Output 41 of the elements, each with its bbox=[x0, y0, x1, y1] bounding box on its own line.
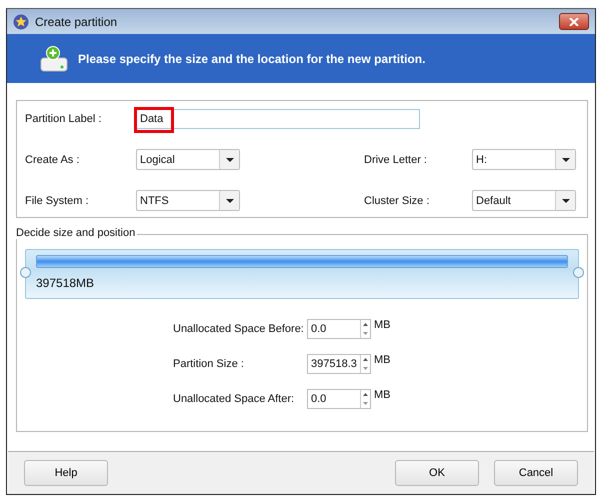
partition-size-text: 397518MB bbox=[36, 276, 96, 290]
right-handle[interactable] bbox=[573, 267, 584, 278]
option-dropdown[interactable]: Logical bbox=[136, 149, 240, 170]
spin-arrows-icon[interactable] bbox=[360, 320, 370, 338]
dropdown-button[interactable] bbox=[219, 150, 239, 169]
add-drive-icon bbox=[40, 46, 68, 72]
dropdown-button[interactable] bbox=[555, 191, 575, 210]
partition-label-label: Partition Label : bbox=[25, 113, 102, 125]
unit-label: MB bbox=[374, 389, 390, 401]
unit-label: MB bbox=[374, 354, 390, 366]
caret-icon bbox=[226, 198, 234, 202]
group-title: Decide size and position bbox=[16, 227, 138, 239]
option-dropdown[interactable]: Default bbox=[472, 190, 576, 211]
close-button[interactable] bbox=[559, 13, 589, 30]
window-title: Create partition bbox=[35, 14, 118, 28]
number-field[interactable]: 0.0 bbox=[307, 319, 371, 339]
option-dropdown[interactable]: H: bbox=[472, 149, 576, 170]
left-handle[interactable] bbox=[20, 267, 31, 278]
option-label: File System : bbox=[25, 194, 90, 206]
number-field[interactable]: 0.0 bbox=[307, 389, 371, 409]
option-label: Create As : bbox=[25, 154, 80, 166]
caret-icon bbox=[226, 158, 234, 162]
spin-label: Partition Size : bbox=[173, 358, 245, 370]
dialog-button[interactable]: OK bbox=[395, 460, 479, 486]
dialog-button[interactable]: Help bbox=[24, 460, 108, 486]
caret-icon bbox=[562, 198, 570, 202]
banner-text: Please specify the size and the location for the new partition. bbox=[78, 52, 426, 66]
unit-label: MB bbox=[374, 319, 390, 331]
option-label: Drive Letter : bbox=[364, 154, 428, 166]
number-field[interactable]: 397518.3 bbox=[307, 354, 371, 374]
option-dropdown[interactable]: NTFS bbox=[136, 190, 240, 211]
dropdown-button[interactable] bbox=[555, 150, 575, 169]
spin-label: Unallocated Space Before: bbox=[173, 323, 305, 335]
option-label: Cluster Size : bbox=[364, 194, 430, 206]
dropdown-button[interactable] bbox=[219, 191, 239, 210]
spin-arrows-icon[interactable] bbox=[360, 390, 370, 408]
spin-arrows-icon[interactable] bbox=[360, 355, 370, 373]
caret-icon bbox=[562, 158, 570, 162]
dialog-button[interactable]: Cancel bbox=[494, 460, 578, 486]
spin-label: Unallocated Space After: bbox=[173, 393, 296, 405]
close-icon bbox=[569, 18, 579, 26]
